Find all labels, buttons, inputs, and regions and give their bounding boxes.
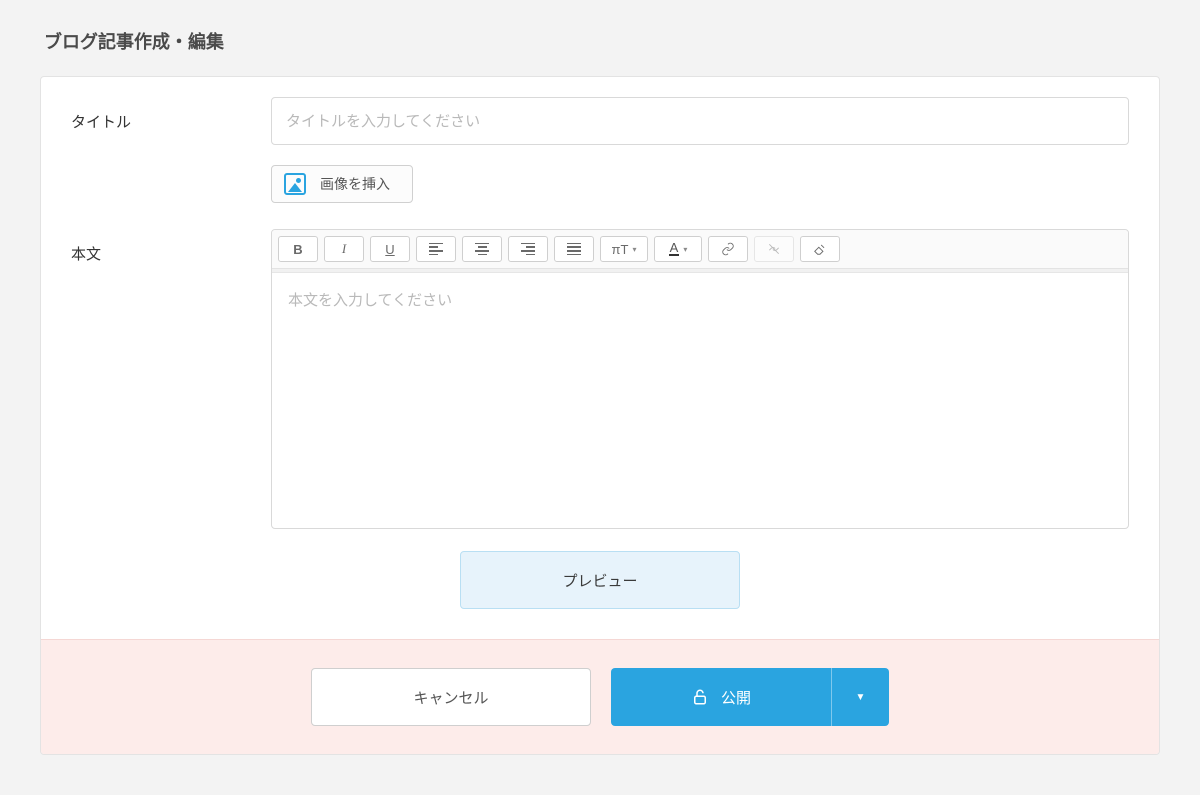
body-textarea[interactable] (272, 273, 1128, 523)
insert-image-button[interactable]: 画像を挿入 (271, 165, 413, 203)
underline-button[interactable]: U (370, 236, 410, 262)
title-input[interactable] (271, 97, 1129, 145)
align-right-icon (521, 243, 535, 255)
font-color-button[interactable]: A▾ (654, 236, 702, 262)
italic-icon: I (342, 241, 346, 257)
bold-button[interactable]: B (278, 236, 318, 262)
eraser-icon (813, 242, 827, 256)
align-center-button[interactable] (462, 236, 502, 262)
page-title: ブログ記事作成・編集 (44, 28, 1160, 54)
unlink-icon (767, 242, 781, 256)
publish-button[interactable]: 公開 (611, 668, 831, 726)
action-footer: キャンセル 公開 ▼ (41, 639, 1159, 754)
bold-icon: B (293, 242, 302, 257)
italic-button[interactable]: I (324, 236, 364, 262)
insert-image-label: 画像を挿入 (320, 174, 390, 194)
body-label: 本文 (71, 229, 231, 264)
align-left-icon (429, 243, 443, 255)
link-icon (721, 242, 735, 256)
align-center-icon (475, 243, 489, 255)
clear-format-button[interactable] (800, 236, 840, 262)
publish-label: 公開 (721, 687, 751, 708)
caret-down-icon: ▼ (856, 692, 866, 703)
preview-button[interactable]: プレビュー (460, 551, 740, 609)
editor-card: タイトル 画像を挿入 本文 B I U (40, 76, 1160, 755)
caret-down-icon: ▾ (683, 245, 687, 254)
align-right-button[interactable] (508, 236, 548, 262)
align-justify-icon (567, 243, 581, 255)
font-size-icon: πT (612, 242, 629, 257)
rich-text-editor: B I U (271, 229, 1129, 529)
font-size-button[interactable]: πT▾ (600, 236, 648, 262)
editor-toolbar: B I U (272, 230, 1128, 269)
cancel-button[interactable]: キャンセル (311, 668, 591, 726)
align-left-button[interactable] (416, 236, 456, 262)
publish-button-group: 公開 ▼ (611, 668, 889, 726)
link-button[interactable] (708, 236, 748, 262)
align-justify-button[interactable] (554, 236, 594, 262)
font-color-icon: A (669, 242, 680, 256)
image-icon (284, 173, 306, 195)
title-label: タイトル (71, 97, 231, 132)
caret-down-icon: ▾ (632, 245, 636, 254)
underline-icon: U (385, 242, 394, 257)
unlink-button (754, 236, 794, 262)
unlock-icon (691, 688, 709, 706)
publish-dropdown-button[interactable]: ▼ (831, 668, 889, 726)
